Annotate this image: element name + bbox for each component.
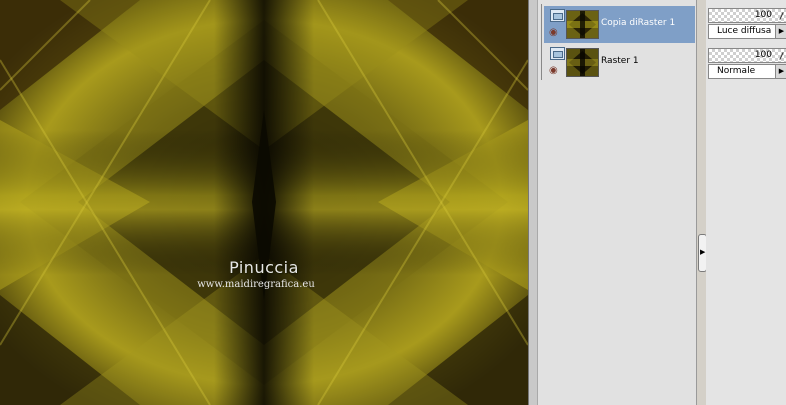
opacity-slider[interactable]: 100 bbox=[708, 8, 786, 23]
eye-icon[interactable]: ◉ bbox=[549, 28, 558, 38]
canvas-artwork bbox=[0, 0, 528, 405]
layer-thumbnail bbox=[566, 10, 599, 39]
arrow-right-icon[interactable]: ▶ bbox=[775, 25, 786, 38]
eye-icon[interactable]: ◉ bbox=[549, 66, 558, 76]
raster-layer-icon bbox=[550, 47, 565, 60]
blend-mode-value: Normale bbox=[717, 66, 756, 76]
slider-handle-icon[interactable] bbox=[779, 49, 785, 61]
watermark-url: www.maidiregrafica.eu bbox=[197, 279, 315, 290]
opacity-value: 100 bbox=[754, 50, 772, 60]
arrow-right-icon: ▶ bbox=[700, 248, 706, 256]
layers-panel: ◉ Copia diRaster 1 ◉ Raster 1 bbox=[538, 0, 697, 405]
layer-row-raster-1[interactable]: ◉ Raster 1 bbox=[544, 44, 695, 81]
blend-mode-select[interactable]: Luce diffusa ▶ bbox=[708, 24, 786, 39]
slider-handle-icon[interactable] bbox=[779, 9, 785, 21]
layer-row-copia-raster-1[interactable]: ◉ Copia diRaster 1 bbox=[544, 6, 695, 43]
layer-tree-line bbox=[541, 4, 542, 80]
raster-layer-icon bbox=[550, 9, 565, 22]
layer-thumbnail bbox=[566, 48, 599, 77]
layer-name: Raster 1 bbox=[601, 56, 639, 66]
image-canvas[interactable]: Pinuccia www.maidiregrafica.eu bbox=[0, 0, 529, 405]
arrow-right-icon[interactable]: ▶ bbox=[775, 65, 786, 78]
opacity-value: 100 bbox=[754, 10, 772, 20]
layer-name: Copia diRaster 1 bbox=[601, 18, 676, 28]
watermark-title: Pinuccia bbox=[229, 258, 299, 277]
blend-mode-value: Luce diffusa bbox=[717, 26, 772, 36]
layer-properties-column: 100 Luce diffusa ▶ 100 Normale ▶ bbox=[706, 0, 786, 405]
opacity-slider[interactable]: 100 bbox=[708, 48, 786, 63]
panel-separator[interactable] bbox=[529, 0, 538, 405]
blend-mode-select[interactable]: Normale ▶ bbox=[708, 64, 786, 79]
